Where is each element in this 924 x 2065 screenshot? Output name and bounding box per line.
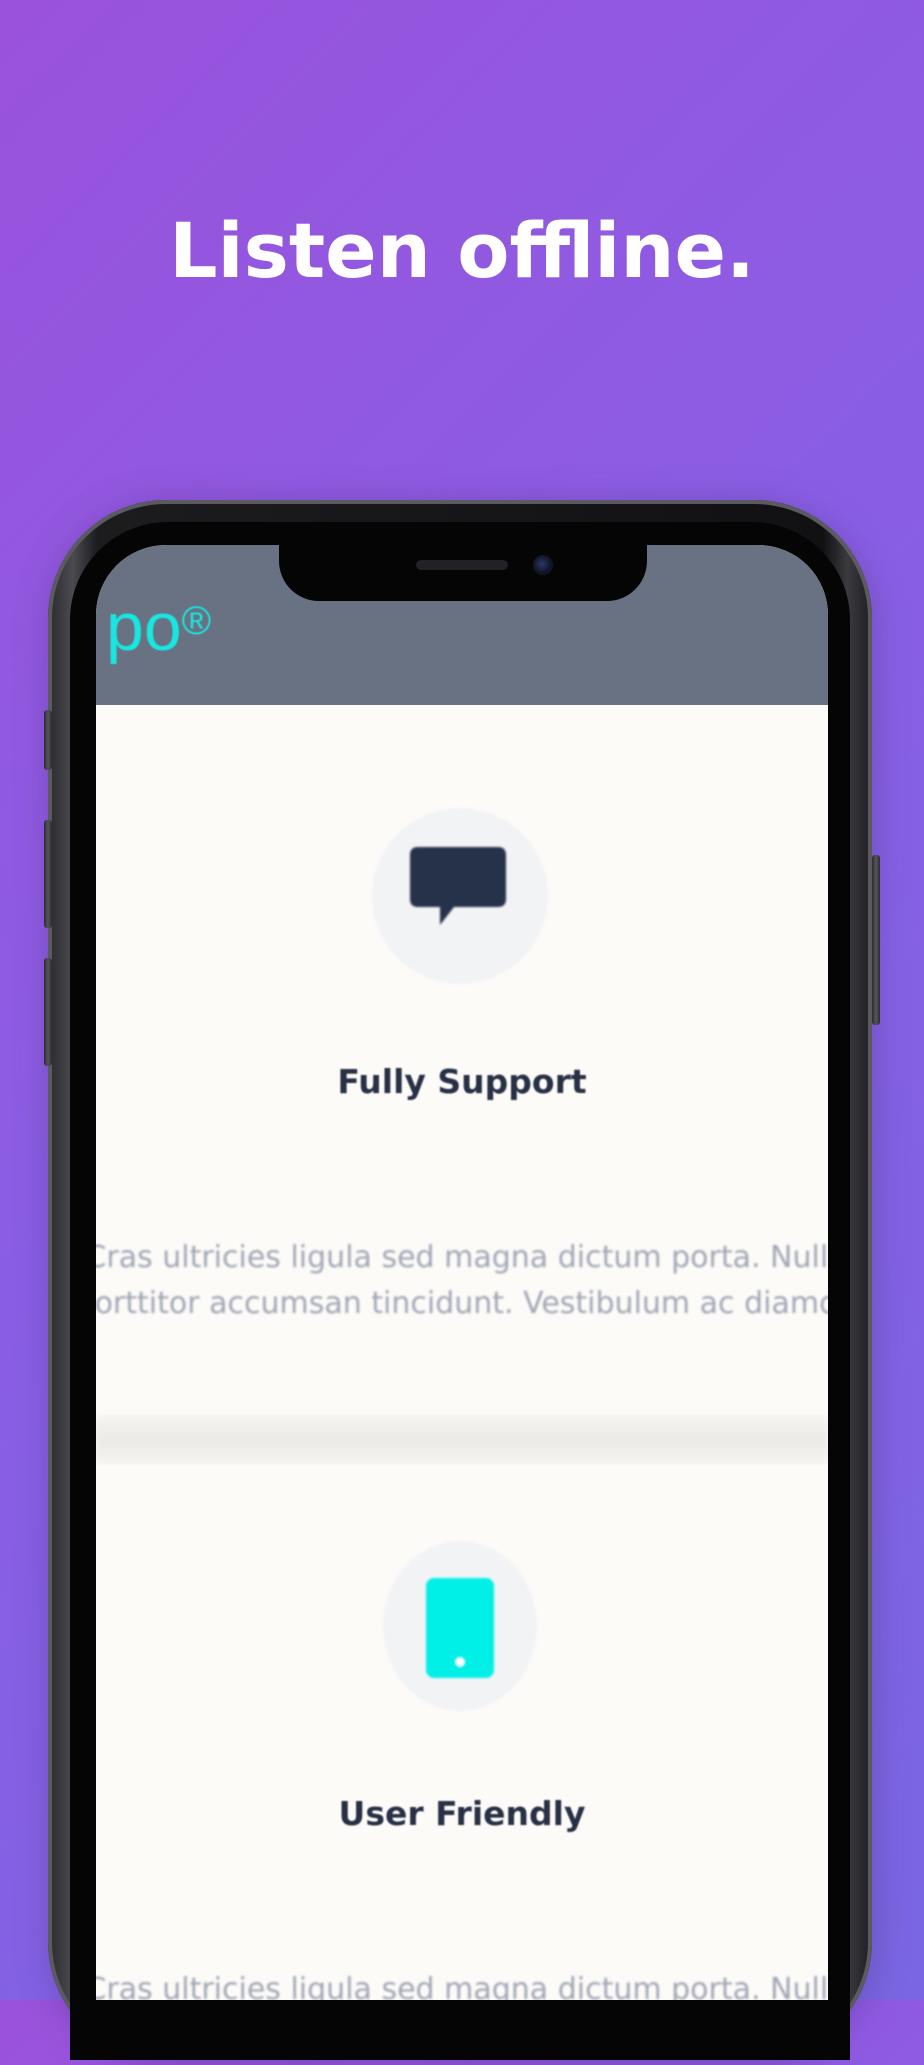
- device-screen: po® Fully Support Cras ultricies ligula …: [96, 545, 828, 2000]
- device-notch: [279, 545, 647, 601]
- mute-switch: [44, 710, 52, 770]
- card-divider: [96, 1415, 828, 1465]
- mobile-phone-icon: [426, 1578, 494, 1678]
- headline: Listen offline.: [169, 206, 755, 295]
- logo-text: po: [106, 589, 182, 665]
- volume-up-button: [44, 820, 52, 928]
- registered-mark: ®: [181, 599, 212, 643]
- app-store-screenshot: { "headline": "Listen offline.", "app_ba…: [0, 0, 924, 2065]
- feature-description-line: Cras ultricies ligula sed magna dictum p…: [96, 1972, 828, 2000]
- volume-down-button: [44, 958, 52, 1066]
- power-button: [872, 855, 880, 1025]
- front-camera: [533, 555, 553, 575]
- feature-description-line: Cras ultricies ligula sed magna dictum p…: [96, 1240, 828, 1275]
- feature-description-line: porttitor accumsan tincidunt. Vestibulum…: [96, 1286, 828, 1321]
- chat-bubble-icon: [410, 847, 506, 925]
- feature-title: Fully Support: [337, 1062, 587, 1101]
- earpiece-speaker: [416, 560, 508, 570]
- feature-title: User Friendly: [338, 1794, 586, 1833]
- app-logo[interactable]: po®: [106, 587, 211, 667]
